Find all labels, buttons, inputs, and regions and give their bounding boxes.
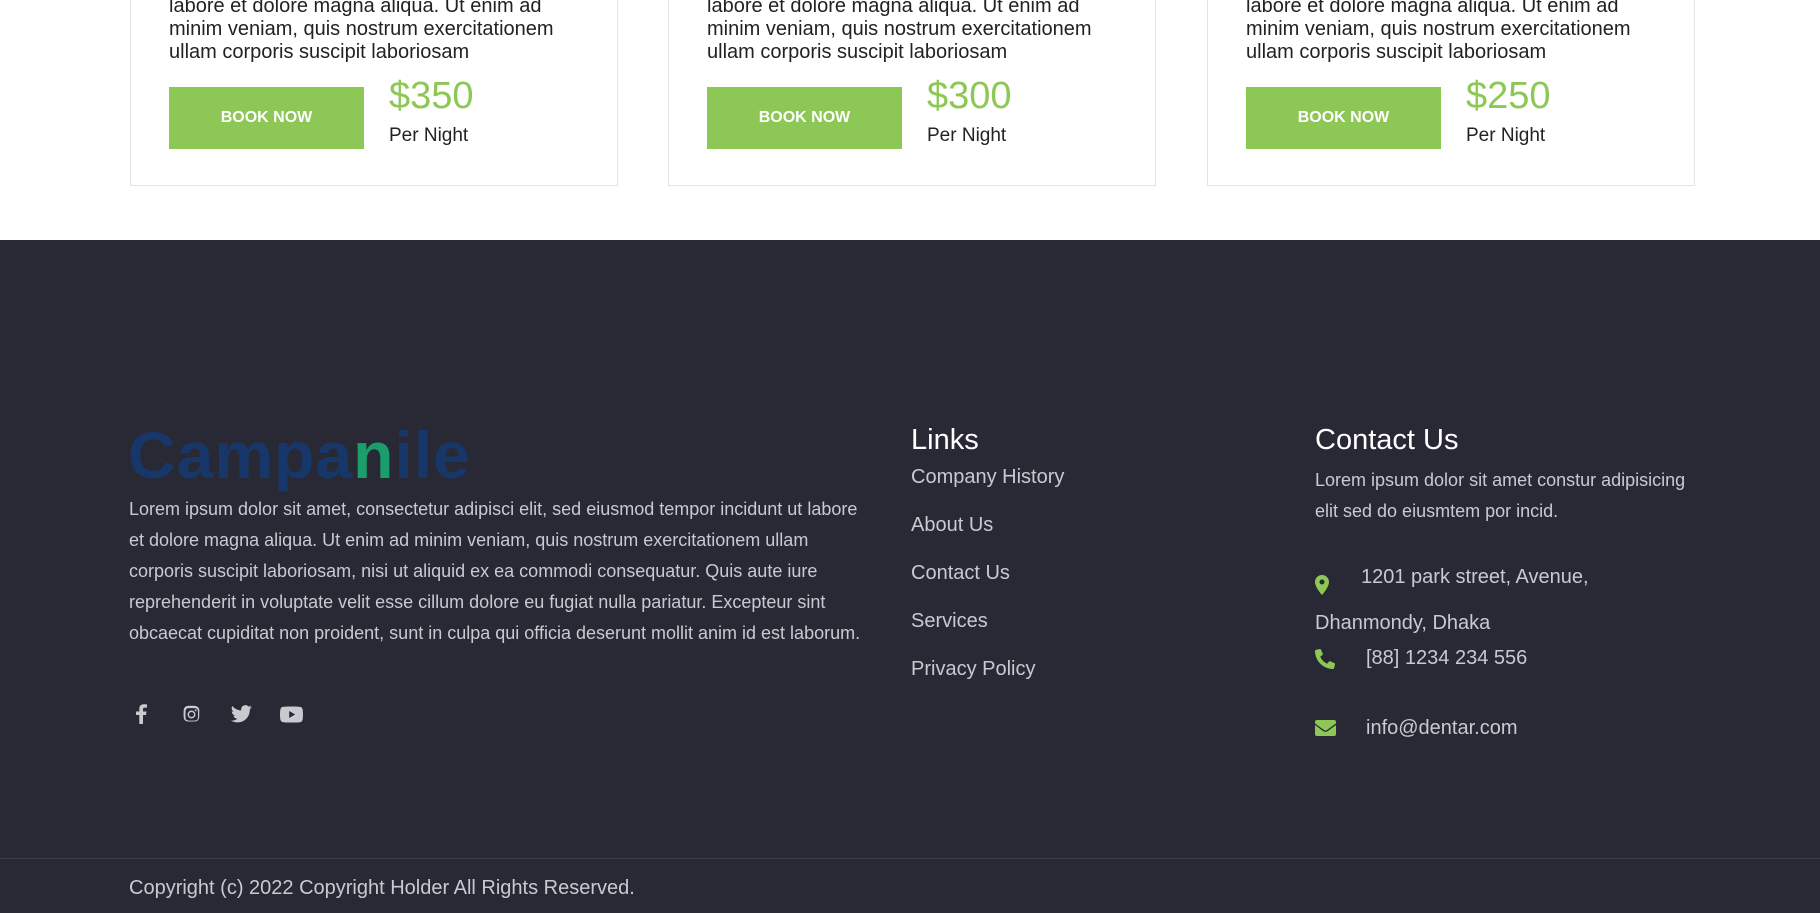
footer-link-contact-us[interactable]: Contact Us [911,561,1064,585]
logo-house-letter: n [353,418,395,492]
email-text[interactable]: info@dentar.com [1315,717,1518,739]
instagram-icon[interactable] [179,702,203,726]
price-unit: Per Night [1466,125,1546,146]
room-cards-section: labore et dolore magna aliqua. Ut enim a… [0,0,1820,240]
phone-text[interactable]: [88] 1234 234 556 [1315,647,1527,669]
room-description: labore et dolore magna aliqua. Ut enim a… [169,0,554,63]
contact-address: 1201 park street, Avenue, Dhanmondy, Dha… [1315,554,1695,646]
footer-links-column: Links Company History About Us Contact U… [911,424,1064,705]
social-links [129,702,303,726]
book-now-button[interactable]: Book Now [1246,87,1441,149]
twitter-icon[interactable] [229,702,253,726]
site-footer: Campanile Lorem ipsum dolor sit amet, co… [0,240,1820,913]
links-heading: Links [911,424,979,456]
room-card: labore et dolore magna aliqua. Ut enim a… [668,0,1156,186]
book-now-button[interactable]: Book Now [707,87,902,149]
footer-about-text: Lorem ipsum dolor sit amet, consectetur … [129,499,861,643]
envelope-icon [1315,719,1337,741]
phone-icon [1314,648,1337,671]
contact-email: info@dentar.com [1315,717,1518,740]
logo-text-start: Campa [128,418,354,492]
footer-bottom-bar: Copyright (c) 2022 Copyright Holder All … [0,858,1820,913]
room-price: $300 [927,75,1012,117]
contact-description: Lorem ipsum dolor sit amet constur adipi… [1315,470,1686,521]
youtube-icon[interactable] [279,702,303,726]
room-card: labore et dolore magna aliqua. Ut enim a… [1207,0,1695,186]
footer-contact-column: Contact Us Lorem ipsum dolor sit amet co… [1314,424,1695,739]
map-pin-icon [1315,566,1337,595]
footer-link-about-us[interactable]: About Us [911,513,1064,537]
room-description: labore et dolore magna aliqua. Ut enim a… [707,0,1092,63]
footer-links-list: Company History About Us Contact Us Serv… [911,465,1064,681]
room-price: $250 [1466,75,1551,117]
campanile-logo[interactable]: Campanile [128,420,471,490]
address-text: 1201 park street, Avenue, Dhanmondy, Dha… [1315,566,1589,634]
book-now-button[interactable]: Book Now [169,87,364,149]
room-price: $350 [389,75,474,117]
room-card: labore et dolore magna aliqua. Ut enim a… [130,0,618,186]
facebook-icon[interactable] [129,702,153,726]
footer-link-services[interactable]: Services [911,609,1064,633]
contact-heading: Contact Us [1315,424,1459,456]
contact-phone: [88] 1234 234 556 [1314,647,1527,671]
logo-text-end: ile [394,418,471,492]
room-description: labore et dolore magna aliqua. Ut enim a… [1246,0,1631,63]
price-unit: Per Night [389,125,469,146]
copyright-text: Copyright (c) 2022 Copyright Holder All … [129,877,635,899]
price-unit: Per Night [927,125,1007,146]
footer-link-company-history[interactable]: Company History [911,465,1064,489]
footer-link-privacy-policy[interactable]: Privacy Policy [911,657,1064,681]
